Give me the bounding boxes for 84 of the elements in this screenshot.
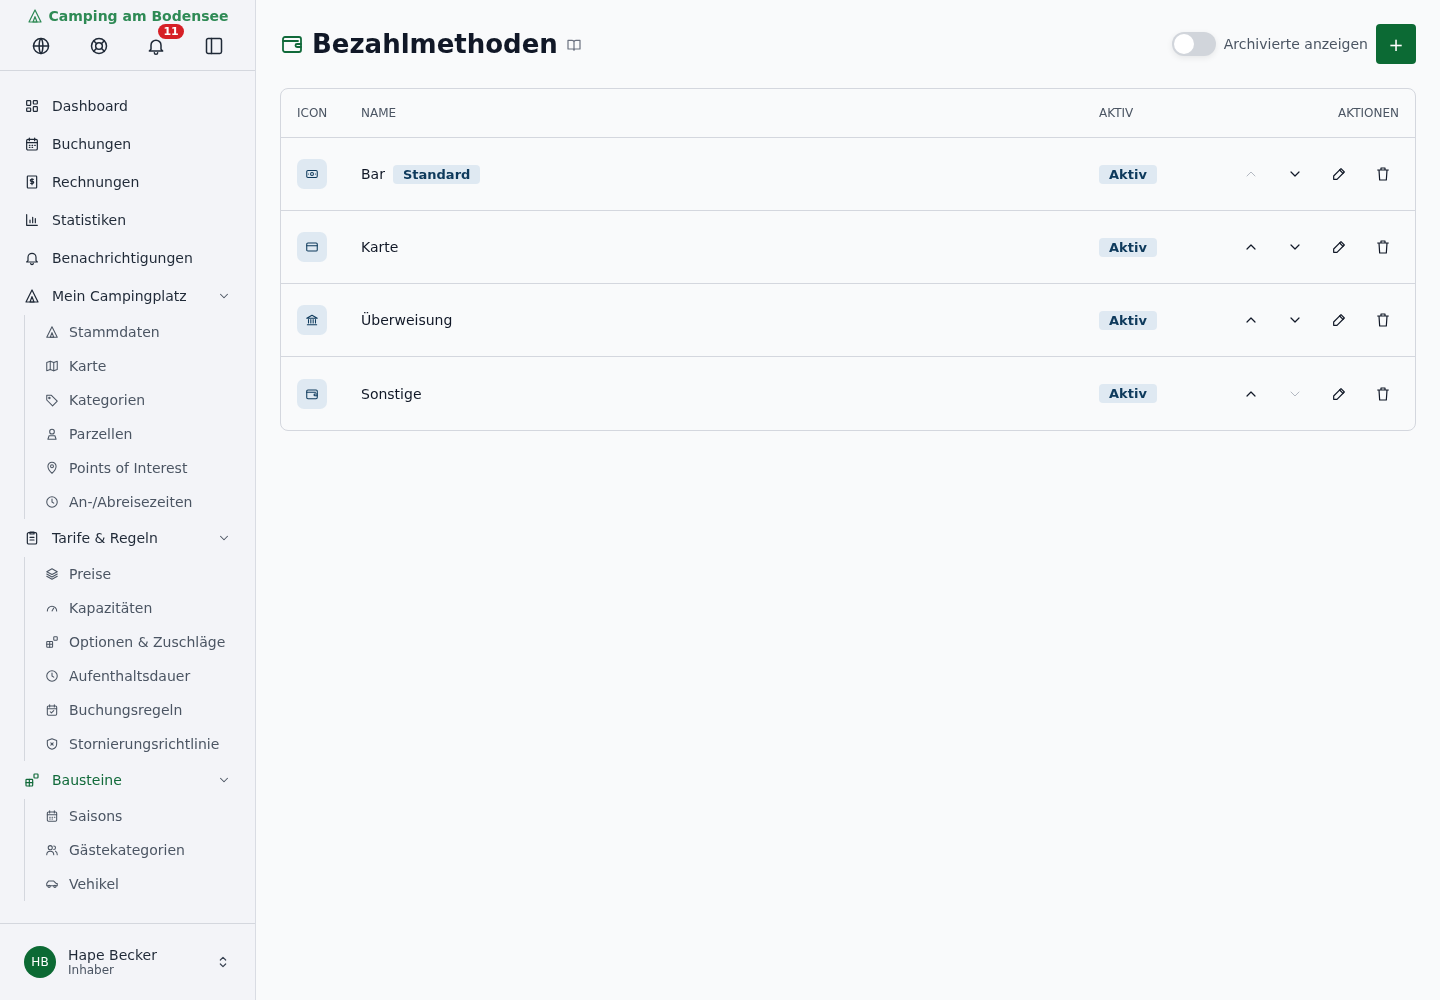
nav-item[interactable]: Benachrichtigungen bbox=[24, 239, 255, 277]
wallet-icon bbox=[305, 386, 319, 401]
nav-subitem[interactable]: Saisons bbox=[45, 799, 255, 833]
brand-name[interactable]: Camping am Bodensee bbox=[48, 8, 229, 24]
archived-label: Archivierte anzeigen bbox=[1223, 36, 1368, 52]
nav-item[interactable]: Statistiken bbox=[24, 201, 255, 239]
trash-icon bbox=[1375, 385, 1391, 402]
method-name: Überweisung bbox=[361, 312, 453, 328]
nav-item[interactable]: Rechnungen bbox=[24, 163, 255, 201]
nav-item[interactable]: Mein Campingplatz bbox=[24, 277, 255, 315]
nav-subitem[interactable]: Stammdaten bbox=[45, 315, 255, 349]
nav-item[interactable]: Bausteine bbox=[24, 761, 255, 799]
docs-button[interactable] bbox=[565, 37, 582, 53]
layers-icon bbox=[45, 567, 59, 581]
column-header: NAME bbox=[361, 106, 398, 120]
trash-icon bbox=[1375, 312, 1391, 328]
book-icon bbox=[565, 37, 582, 53]
nav-subitem[interactable]: An-/Abreisezeiten bbox=[45, 485, 255, 519]
calendar-icon bbox=[45, 809, 59, 823]
globe-icon bbox=[30, 36, 51, 56]
clock-icon bbox=[45, 495, 59, 509]
tent-icon bbox=[24, 288, 40, 304]
nav-subitem[interactable]: Stornierungsrichtlinie bbox=[45, 727, 255, 761]
default-badge: Standard bbox=[392, 164, 481, 184]
bar-chart-icon bbox=[24, 212, 40, 228]
nav-subitem[interactable]: Vehikel bbox=[45, 867, 255, 901]
nav-subitem[interactable]: Kapazitäten bbox=[45, 591, 255, 625]
avatar: HB bbox=[24, 946, 56, 978]
nav-subitem[interactable]: Optionen & Zuschläge bbox=[45, 625, 255, 659]
clock-icon bbox=[45, 669, 59, 683]
status-badge: Aktiv bbox=[1099, 384, 1157, 403]
credit-card-icon bbox=[305, 240, 319, 254]
nav-item[interactable]: Tarife & Regeln bbox=[24, 519, 255, 557]
map-icon bbox=[45, 359, 59, 373]
status-badge: Aktiv bbox=[1099, 164, 1157, 184]
blocks-icon bbox=[45, 635, 59, 649]
bell-icon bbox=[24, 250, 40, 266]
page-title: Bezahlmethoden bbox=[312, 29, 558, 59]
column-header: AKTIV bbox=[1099, 106, 1135, 120]
method-name: Karte bbox=[361, 239, 399, 255]
add-button[interactable]: + bbox=[1376, 24, 1416, 64]
nav-subitem[interactable]: Gästekategorien bbox=[45, 833, 255, 867]
person-pin-icon bbox=[45, 427, 59, 441]
tent-icon bbox=[45, 325, 59, 339]
receipt-icon bbox=[24, 174, 40, 190]
status-badge: Aktiv bbox=[1099, 237, 1157, 257]
pencil-icon bbox=[1331, 166, 1347, 182]
column-header: ICON bbox=[297, 106, 329, 120]
column-header: AKTIONEN bbox=[1337, 106, 1399, 120]
trash-icon bbox=[1375, 166, 1391, 182]
car-icon bbox=[45, 877, 59, 891]
nav-subitem[interactable]: Karte bbox=[45, 349, 255, 383]
cash-icon bbox=[305, 167, 319, 181]
user-menu[interactable]: HB Hape Becker Inhaber bbox=[24, 946, 231, 978]
tag-icon bbox=[45, 393, 59, 407]
nav-item[interactable]: Dashboard bbox=[24, 87, 255, 125]
status-badge: Aktiv bbox=[1099, 310, 1157, 330]
nav-subitem[interactable]: Buchungsregeln bbox=[45, 693, 255, 727]
calendar-check-icon bbox=[45, 703, 59, 717]
pencil-icon bbox=[1331, 312, 1347, 328]
archived-switch[interactable] bbox=[1171, 32, 1216, 56]
nav-item[interactable]: Buchungen bbox=[24, 125, 255, 163]
blocks-icon bbox=[24, 772, 40, 788]
method-name: Sonstige bbox=[361, 385, 422, 402]
pencil-icon bbox=[1331, 385, 1347, 402]
nav-subitem[interactable]: Kategorien bbox=[45, 383, 255, 417]
notification-badge: 11 bbox=[158, 24, 184, 39]
users-icon bbox=[45, 843, 59, 857]
dashboard-icon bbox=[24, 98, 40, 114]
calendar-icon bbox=[24, 136, 40, 152]
lifebuoy-icon bbox=[88, 36, 109, 56]
nav-subitem[interactable]: Preise bbox=[45, 557, 255, 591]
bank-icon bbox=[305, 313, 319, 327]
nav-subitem[interactable]: Points of Interest bbox=[45, 451, 255, 485]
pencil-icon bbox=[1331, 239, 1347, 255]
method-name: Bar bbox=[361, 166, 385, 182]
sidebar-toggle-icon bbox=[204, 36, 225, 56]
nav-subitem[interactable]: Parzellen bbox=[45, 417, 255, 451]
clipboard-icon bbox=[24, 530, 40, 546]
shield-icon bbox=[45, 737, 59, 751]
location-pin-icon bbox=[45, 461, 59, 475]
nav-subitem[interactable]: Aufenthaltsdauer bbox=[45, 659, 255, 693]
tent-icon bbox=[26, 8, 43, 24]
trash-icon bbox=[1375, 239, 1391, 255]
